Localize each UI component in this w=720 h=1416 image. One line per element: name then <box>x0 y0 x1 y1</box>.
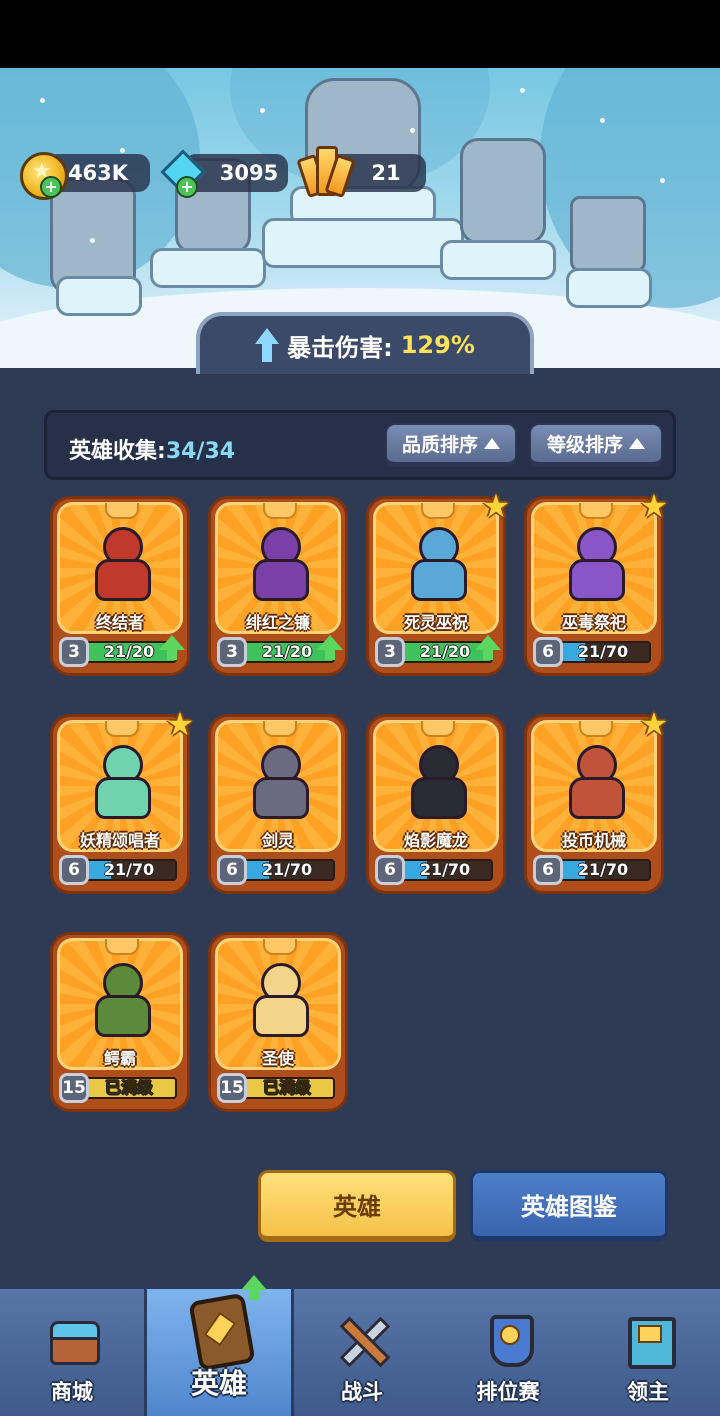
hero-collection-bar: 英雄收集:34/34 品质排序 等级排序 <box>44 410 676 480</box>
hero-level-badge: 6 <box>59 855 89 885</box>
hero-card[interactable]: 巫毒祭祀 21/70 6 ★ <box>524 489 668 676</box>
hero-name: 巫毒祭祀 <box>561 613 626 632</box>
add-gems-icon[interactable]: + <box>176 176 198 198</box>
stat-up-arrow-icon <box>255 328 280 362</box>
hero-card[interactable]: 焰影魔龙 21/70 6 <box>366 714 506 894</box>
crit-damage-label: 暴击伤害: <box>287 333 393 362</box>
hero-name: 焰影魔龙 <box>403 831 468 850</box>
hero-portrait <box>81 739 159 819</box>
hero-shard-progress: 已满级 <box>262 1078 311 1097</box>
hero-portrait <box>81 957 159 1037</box>
hero-card[interactable]: 圣使 已满级 15 <box>208 932 348 1112</box>
orange-crystal-icon <box>294 142 356 199</box>
hero-name: 终结者 <box>95 613 144 632</box>
gold-amount: 463K <box>67 161 129 185</box>
sort-ascending-icon <box>629 438 645 449</box>
hero-card[interactable]: 死灵巫祝 21/20 3 ★ <box>366 489 510 676</box>
hero-name: 圣使 <box>261 1049 294 1068</box>
hero-card[interactable]: 绯红之镰 21/20 3 <box>208 496 348 676</box>
ranked-shield-icon <box>482 1313 534 1367</box>
nav-lord-label: 领主 <box>627 1380 669 1404</box>
nav-shop-label: 商城 <box>51 1380 93 1404</box>
shop-chest-icon <box>46 1313 100 1365</box>
hero-portrait <box>239 957 317 1037</box>
hero-portrait <box>555 521 633 601</box>
hero-portrait <box>239 739 317 819</box>
hero-shard-progress: 21/70 <box>577 860 629 879</box>
add-gold-icon[interactable]: + <box>40 176 62 198</box>
upgrade-available-icon <box>475 635 501 663</box>
hero-shard-progress: 21/70 <box>261 860 313 879</box>
nav-shop[interactable]: 商城 <box>0 1289 144 1416</box>
hero-shard-progress: 21/70 <box>577 642 629 661</box>
hero-portrait <box>397 521 475 601</box>
hero-codex-button[interactable]: 英雄图鉴 <box>470 1170 668 1242</box>
hero-level-badge: 15 <box>59 1073 89 1103</box>
hero-level-badge: 3 <box>59 637 89 667</box>
hero-level-badge: 6 <box>375 855 405 885</box>
hero-name: 投币机械 <box>561 831 626 850</box>
hero-shard-progress: 21/70 <box>103 860 155 879</box>
nav-heroes-label: 英雄 <box>190 1367 247 1400</box>
hero-card[interactable]: 鳄霸 已满级 15 <box>50 932 190 1112</box>
hero-name: 妖精颂唱者 <box>79 831 160 850</box>
hero-card-icon <box>188 1292 256 1372</box>
hero-name: 死灵巫祝 <box>403 613 468 632</box>
hero-portrait <box>397 739 475 819</box>
hero-level-badge: 3 <box>375 637 405 667</box>
favorite-star-icon: ★ <box>639 705 669 743</box>
crit-damage-value: 129% <box>400 331 475 359</box>
hero-level-badge: 15 <box>217 1073 247 1103</box>
hero-level-badge: 6 <box>533 855 563 885</box>
gem-amount: 3095 <box>219 161 279 185</box>
nav-lord[interactable]: 领主 <box>576 1289 720 1416</box>
crossed-swords-icon <box>336 1313 391 1368</box>
hero-card[interactable]: 终结者 21/20 3 <box>50 496 190 676</box>
hero-card[interactable]: 妖精颂唱者 21/70 6 ★ <box>50 707 194 894</box>
hero-level-badge: 3 <box>217 637 247 667</box>
nav-heroes[interactable]: 英雄 <box>144 1275 294 1416</box>
status-bar <box>0 0 720 68</box>
hero-level-badge: 6 <box>217 855 247 885</box>
sort-level-label: 等级排序 <box>546 434 623 456</box>
nav-ranked[interactable]: 排位赛 <box>436 1289 580 1416</box>
hero-card[interactable]: 投币机械 21/70 6 ★ <box>524 707 668 894</box>
lord-banner-icon <box>622 1313 676 1369</box>
sort-by-quality-button[interactable]: 品质排序 <box>385 423 517 467</box>
statue-center-right <box>460 138 546 244</box>
crystal-amount: 21 <box>371 161 401 185</box>
upgrade-available-icon <box>241 1275 267 1303</box>
upgrade-available-icon <box>159 635 185 663</box>
favorite-star-icon: ★ <box>639 487 669 525</box>
crit-damage-banner: 暴击伤害: 129% <box>196 312 534 374</box>
hero-name: 鳄霸 <box>103 1049 136 1068</box>
upgrade-available-icon <box>317 635 343 663</box>
nav-battle[interactable]: 战斗 <box>290 1289 434 1416</box>
statue-robot <box>570 196 646 272</box>
hero-shard-progress: 21/70 <box>419 860 471 879</box>
hero-card[interactable]: 剑灵 21/70 6 <box>208 714 348 894</box>
bottom-nav: 商城 英雄 战斗 排位赛 领主 <box>0 1275 720 1416</box>
hero-codex-label: 英雄图鉴 <box>521 1193 617 1221</box>
sort-ascending-icon <box>484 438 500 449</box>
favorite-star-icon: ★ <box>481 487 511 525</box>
nav-ranked-label: 排位赛 <box>476 1380 540 1404</box>
collection-count: 34/34 <box>165 439 236 464</box>
hero-level-badge: 6 <box>533 637 563 667</box>
collection-title: 英雄收集:34/34 <box>69 433 235 465</box>
sort-quality-label: 品质排序 <box>401 434 478 456</box>
sort-by-level-button[interactable]: 等级排序 <box>529 423 663 467</box>
favorite-star-icon: ★ <box>165 705 195 743</box>
hero-name: 绯红之镰 <box>245 613 310 632</box>
heroes-tab-button[interactable]: 英雄 <box>258 1170 456 1242</box>
hero-portrait <box>239 521 317 601</box>
heroes-tab-label: 英雄 <box>333 1193 381 1221</box>
hero-shard-progress: 已满级 <box>104 1078 153 1097</box>
collection-label: 英雄收集: <box>69 439 166 464</box>
hero-portrait <box>555 739 633 819</box>
hero-portrait <box>81 521 159 601</box>
hero-name: 剑灵 <box>261 831 294 850</box>
nav-battle-label: 战斗 <box>341 1380 383 1404</box>
